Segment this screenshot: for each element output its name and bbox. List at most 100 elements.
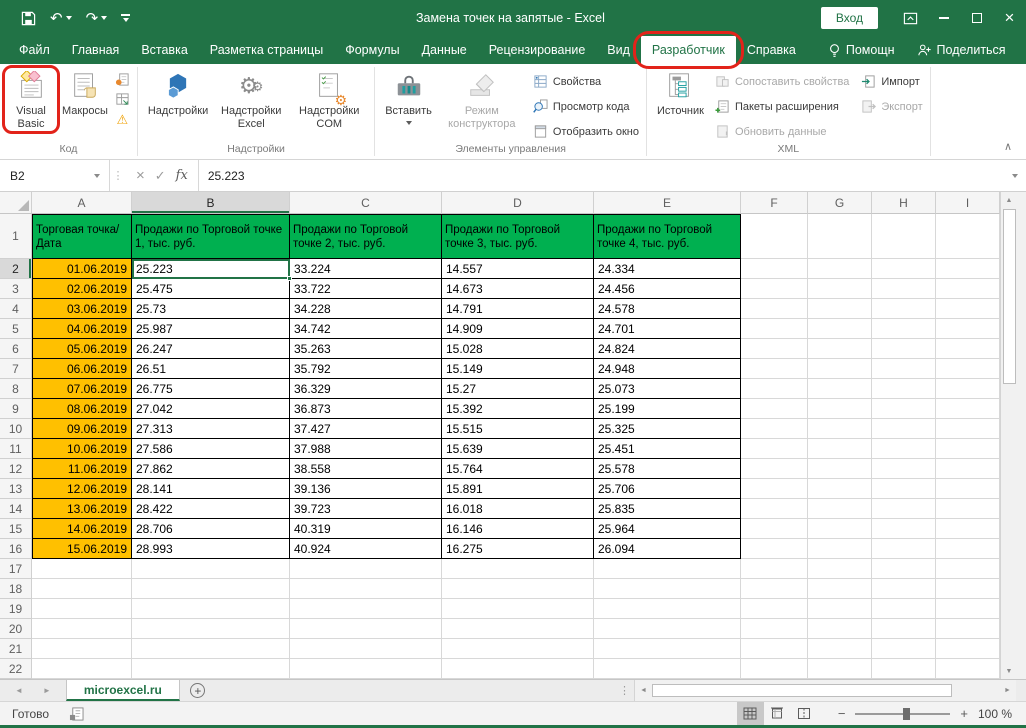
cell-A3[interactable]: 02.06.2019 bbox=[32, 279, 132, 299]
zoom-level-label[interactable]: 100 % bbox=[974, 707, 1026, 721]
cell-I21[interactable] bbox=[936, 639, 1000, 659]
cell-D9[interactable]: 15.392 bbox=[442, 399, 594, 419]
column-header-D[interactable]: D bbox=[442, 192, 594, 214]
cell-F13[interactable] bbox=[741, 479, 808, 499]
cell-A16[interactable]: 15.06.2019 bbox=[32, 539, 132, 559]
cell-B6[interactable]: 26.247 bbox=[132, 339, 290, 359]
cell-I18[interactable] bbox=[936, 579, 1000, 599]
row-header-6[interactable]: 6 bbox=[0, 339, 32, 359]
cell-A14[interactable]: 13.06.2019 bbox=[32, 499, 132, 519]
cell-H20[interactable] bbox=[872, 619, 936, 639]
cell-D16[interactable]: 16.275 bbox=[442, 539, 594, 559]
cell-B2[interactable]: 25.223 bbox=[132, 259, 290, 279]
cell-H22[interactable] bbox=[872, 659, 936, 679]
row-header-3[interactable]: 3 bbox=[0, 279, 32, 299]
page-layout-view-button[interactable] bbox=[764, 702, 791, 725]
zoom-in-button[interactable]: + bbox=[954, 706, 974, 721]
save-button[interactable] bbox=[16, 5, 41, 31]
minimize-button[interactable] bbox=[927, 0, 960, 36]
cell-G20[interactable] bbox=[808, 619, 872, 639]
macros-button[interactable]: Макросы bbox=[57, 68, 113, 118]
cell-D7[interactable]: 15.149 bbox=[442, 359, 594, 379]
column-header-G[interactable]: G bbox=[808, 192, 872, 214]
cell-G4[interactable] bbox=[808, 299, 872, 319]
column-header-E[interactable]: E bbox=[594, 192, 741, 214]
horizontal-scrollbar-thumb[interactable] bbox=[652, 684, 952, 697]
cell-B8[interactable]: 26.775 bbox=[132, 379, 290, 399]
cell-I9[interactable] bbox=[936, 399, 1000, 419]
cell-F10[interactable] bbox=[741, 419, 808, 439]
cell-A2[interactable]: 01.06.2019 bbox=[32, 259, 132, 279]
cell-I15[interactable] bbox=[936, 519, 1000, 539]
record-macro-status-button[interactable] bbox=[61, 707, 92, 721]
row-header-19[interactable]: 19 bbox=[0, 599, 32, 619]
header-cell-E1[interactable]: Продажи по Торговой точке 4, тыс. руб. bbox=[594, 214, 741, 259]
row-header-18[interactable]: 18 bbox=[0, 579, 32, 599]
cell-B5[interactable]: 25.987 bbox=[132, 319, 290, 339]
cell-I1[interactable] bbox=[936, 214, 1000, 259]
previous-sheet-button[interactable]: ◄ bbox=[15, 686, 23, 695]
tab-help[interactable]: Справка bbox=[736, 36, 807, 64]
row-header-15[interactable]: 15 bbox=[0, 519, 32, 539]
cell-C20[interactable] bbox=[290, 619, 442, 639]
cell-F20[interactable] bbox=[741, 619, 808, 639]
cell-A15[interactable]: 14.06.2019 bbox=[32, 519, 132, 539]
record-macro-button[interactable] bbox=[115, 71, 130, 87]
cell-F17[interactable] bbox=[741, 559, 808, 579]
cell-E14[interactable]: 25.835 bbox=[594, 499, 741, 519]
cell-D21[interactable] bbox=[442, 639, 594, 659]
cell-C2[interactable]: 33.224 bbox=[290, 259, 442, 279]
page-break-view-button[interactable] bbox=[791, 702, 818, 725]
formula-bar-drag-handle[interactable]: ⋮ bbox=[110, 160, 126, 191]
cell-G11[interactable] bbox=[808, 439, 872, 459]
cell-I14[interactable] bbox=[936, 499, 1000, 519]
normal-view-button[interactable] bbox=[737, 702, 764, 725]
cell-G9[interactable] bbox=[808, 399, 872, 419]
cell-G2[interactable] bbox=[808, 259, 872, 279]
cell-F9[interactable] bbox=[741, 399, 808, 419]
cell-F5[interactable] bbox=[741, 319, 808, 339]
row-header-1[interactable]: 1 bbox=[0, 214, 32, 259]
select-all-corner[interactable] bbox=[0, 192, 32, 214]
cell-A10[interactable]: 09.06.2019 bbox=[32, 419, 132, 439]
cell-A13[interactable]: 12.06.2019 bbox=[32, 479, 132, 499]
zoom-slider[interactable] bbox=[855, 713, 950, 715]
cell-C14[interactable]: 39.723 bbox=[290, 499, 442, 519]
cell-I4[interactable] bbox=[936, 299, 1000, 319]
tab-formulas[interactable]: Формулы bbox=[334, 36, 410, 64]
row-header-7[interactable]: 7 bbox=[0, 359, 32, 379]
tab-developer[interactable]: Разработчик bbox=[641, 36, 736, 64]
addins-button[interactable]: Надстройки bbox=[143, 68, 213, 118]
column-header-I[interactable]: I bbox=[936, 192, 1000, 214]
com-addins-button[interactable]: ⚙ Надстройки COM bbox=[289, 68, 369, 131]
cell-H11[interactable] bbox=[872, 439, 936, 459]
expand-formula-bar-button[interactable] bbox=[1004, 160, 1026, 191]
scroll-right-button[interactable]: ► bbox=[999, 687, 1016, 694]
cell-B9[interactable]: 27.042 bbox=[132, 399, 290, 419]
column-header-B[interactable]: B bbox=[132, 192, 290, 214]
tab-insert[interactable]: Вставка bbox=[130, 36, 198, 64]
column-header-F[interactable]: F bbox=[741, 192, 808, 214]
cell-I7[interactable] bbox=[936, 359, 1000, 379]
cell-G19[interactable] bbox=[808, 599, 872, 619]
scroll-up-button[interactable]: ▲ bbox=[1001, 192, 1017, 208]
cell-C13[interactable]: 39.136 bbox=[290, 479, 442, 499]
cell-E22[interactable] bbox=[594, 659, 741, 679]
row-header-5[interactable]: 5 bbox=[0, 319, 32, 339]
cell-G21[interactable] bbox=[808, 639, 872, 659]
row-header-8[interactable]: 8 bbox=[0, 379, 32, 399]
cell-F6[interactable] bbox=[741, 339, 808, 359]
export-button[interactable]: Экспорт bbox=[861, 96, 922, 117]
enter-icon[interactable]: ✓ bbox=[155, 168, 166, 184]
cell-D8[interactable]: 15.27 bbox=[442, 379, 594, 399]
cell-H4[interactable] bbox=[872, 299, 936, 319]
cell-E6[interactable]: 24.824 bbox=[594, 339, 741, 359]
cell-H5[interactable] bbox=[872, 319, 936, 339]
map-properties-button[interactable]: Сопоставить свойства bbox=[715, 71, 849, 92]
cell-A21[interactable] bbox=[32, 639, 132, 659]
cell-I19[interactable] bbox=[936, 599, 1000, 619]
cell-E11[interactable]: 25.451 bbox=[594, 439, 741, 459]
cell-D5[interactable]: 14.909 bbox=[442, 319, 594, 339]
design-mode-button[interactable]: Режим конструктора bbox=[437, 68, 527, 131]
header-cell-D1[interactable]: Продажи по Торговой точке 3, тыс. руб. bbox=[442, 214, 594, 259]
